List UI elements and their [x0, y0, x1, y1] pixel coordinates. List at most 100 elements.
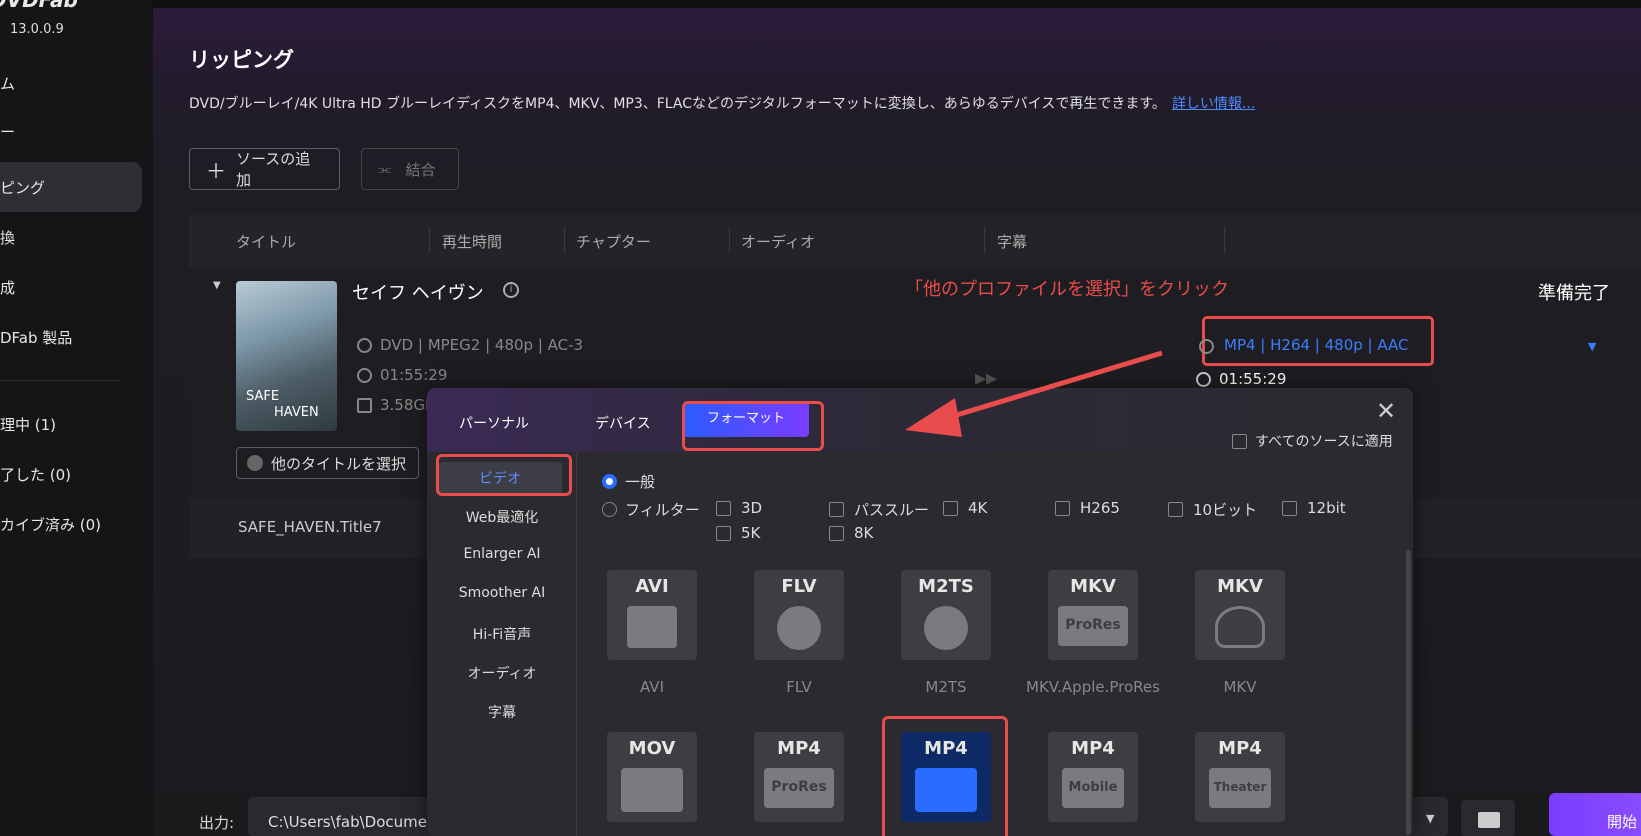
- tile-title: AVI: [635, 576, 669, 597]
- filter-3d[interactable]: 3D: [716, 499, 762, 517]
- mp4-tile-highlight: [882, 716, 1008, 836]
- header-separator: [1224, 227, 1225, 253]
- film-icon: [627, 606, 677, 648]
- format-tile-avi[interactable]: AVI: [607, 570, 697, 660]
- format-tile-m2ts[interactable]: M2TS: [901, 570, 991, 660]
- filter-12bit[interactable]: 12bit: [1282, 499, 1346, 517]
- format-label: FLV: [786, 678, 812, 696]
- tab-personal[interactable]: パーソナル: [459, 413, 529, 433]
- checkbox-box: [716, 500, 731, 516]
- profile-dropdown-icon[interactable]: ▼: [1588, 340, 1596, 353]
- status-badge: 準備完了: [1538, 283, 1610, 304]
- checkbox-box: [943, 500, 958, 516]
- filter-passthrough[interactable]: パススルー: [829, 499, 929, 520]
- play-icon: [621, 768, 683, 812]
- apply-all-label: すべてのソースに適用: [1255, 434, 1393, 450]
- duration-text: 01:55:29: [380, 366, 448, 384]
- reel-icon: [924, 606, 968, 650]
- start-button[interactable]: 開始: [1549, 793, 1641, 836]
- app-logo: DVDFab: [0, 0, 78, 12]
- format-tile-mp4-prores[interactable]: MP4 ProRes: [754, 732, 844, 822]
- info-icon[interactable]: i: [503, 282, 519, 298]
- filter-10bit[interactable]: 10ビット: [1168, 499, 1257, 520]
- category-hifi[interactable]: Hi-Fi音声: [427, 624, 577, 644]
- category-subtitle[interactable]: 字幕: [427, 702, 577, 722]
- poster-text: HAVEN: [274, 405, 319, 420]
- tile-title: MP4: [777, 738, 821, 759]
- format-tile-mkv-prores[interactable]: MKV ProRes: [1048, 570, 1138, 660]
- filter-label: 4K: [968, 499, 988, 517]
- format-tab-highlight: [682, 401, 824, 451]
- more-info-link[interactable]: 詳しい情報...: [1172, 96, 1255, 112]
- header-audio: オーディオ: [741, 233, 815, 251]
- tile-title: MP4: [1218, 738, 1262, 759]
- category-smoother[interactable]: Smoother AI: [427, 585, 577, 601]
- format-tile-mp4-mobile[interactable]: MP4 Mobile: [1048, 732, 1138, 822]
- page-description: DVD/ブルーレイ/4K Ultra HD ブルーレイディスクをMP4、MKV、…: [189, 93, 1255, 113]
- apply-all-checkbox[interactable]: すべてのソースに適用: [1232, 431, 1393, 451]
- filter-8k[interactable]: 8K: [829, 524, 873, 542]
- collapse-icon[interactable]: ▼: [213, 280, 221, 291]
- sidebar-item-label: 了した (0): [0, 465, 72, 484]
- filter-4k[interactable]: 4K: [943, 499, 987, 517]
- sidebar-item-create[interactable]: 成: [0, 262, 142, 312]
- filter-label: 10ビット: [1193, 501, 1258, 519]
- sidebar-item-label: ム: [0, 74, 16, 93]
- add-source-button[interactable]: ＋ ソースの追加: [189, 148, 340, 190]
- sidebar-item-label: 換: [0, 228, 16, 247]
- format-tile-mkv[interactable]: MKV: [1195, 570, 1285, 660]
- annotation-text: 「他のプロファイルを選択」をクリック: [905, 279, 1229, 300]
- sidebar-item-copy[interactable]: ー: [0, 106, 142, 156]
- sidebar-item-ripping[interactable]: ピング: [0, 162, 142, 212]
- close-icon[interactable]: ✕: [1376, 397, 1396, 425]
- tile-title: M2TS: [918, 576, 974, 597]
- description-text: DVD/ブルーレイ/4K Ultra HD ブルーレイディスクをMP4、MKV、…: [189, 96, 1166, 112]
- header-separator: [429, 227, 430, 253]
- sidebar-item-convert[interactable]: 換: [0, 212, 142, 262]
- select-other-title-button[interactable]: 他のタイトルを選択: [236, 447, 420, 479]
- sidebar-item-label: 成: [0, 278, 16, 297]
- category-web[interactable]: Web最適化: [427, 507, 577, 527]
- radio-dot: [602, 502, 617, 517]
- sidebar-item-products[interactable]: DFab 製品: [0, 312, 142, 362]
- add-source-label: ソースの追加: [236, 150, 311, 189]
- checkbox-box: [1168, 502, 1183, 517]
- output-profile[interactable]: MP4 | H264 | 480p | AAC: [1224, 336, 1409, 354]
- tile-sub: Theater: [1213, 780, 1267, 794]
- merge-button[interactable]: ⫘ 結合: [361, 148, 459, 190]
- tile-title: MKV: [1070, 576, 1116, 597]
- plus-icon: ＋: [206, 158, 226, 183]
- filter-5k[interactable]: 5K: [716, 524, 760, 542]
- sidebar-item-completed[interactable]: 了した (0): [0, 449, 142, 499]
- sidebar-item-processing[interactable]: 理中 (1): [0, 399, 142, 449]
- tile-title: MOV: [628, 738, 676, 759]
- filter-h265[interactable]: H265: [1055, 499, 1120, 517]
- sidebar-item-label: カイブ済み (0): [0, 515, 102, 534]
- format-tile-mov[interactable]: MOV: [607, 732, 697, 822]
- folder-icon: [1478, 812, 1500, 828]
- category-enlarger[interactable]: Enlarger AI: [427, 546, 577, 562]
- format-tile-flv[interactable]: FLV: [754, 570, 844, 660]
- format-label: M2TS: [925, 678, 967, 696]
- format-tile-mp4-theater[interactable]: MP4 Theater: [1195, 732, 1285, 822]
- header-title: タイトル: [236, 233, 297, 251]
- radio-general[interactable]: 一般: [602, 471, 655, 492]
- file-icon: [357, 397, 372, 413]
- category-audio[interactable]: オーディオ: [427, 663, 577, 683]
- filter-label: H265: [1080, 499, 1120, 517]
- page-title: リッピング: [189, 48, 294, 72]
- radio-filter[interactable]: フィルター: [602, 499, 700, 520]
- movie-title[interactable]: セイフ ヘイヴン: [352, 279, 484, 305]
- filter-label: 12bit: [1307, 499, 1346, 517]
- sidebar-item-home[interactable]: ム: [0, 58, 142, 108]
- tab-device[interactable]: デバイス: [595, 413, 651, 433]
- output-dropdown-icon[interactable]: ▼: [1426, 812, 1434, 825]
- tile-title: FLV: [781, 576, 817, 597]
- duration-info: 01:55:29: [357, 366, 447, 384]
- sidebar-item-archived[interactable]: カイブ済み (0): [0, 499, 142, 549]
- folder-button[interactable]: [1461, 800, 1515, 836]
- source-info-text: DVD | MPEG2 | 480p | AC-3: [380, 336, 584, 354]
- movie-poster: SAFE HAVEN: [236, 281, 337, 431]
- scrollbar[interactable]: [1406, 550, 1411, 836]
- merge-label: 結合: [405, 160, 436, 179]
